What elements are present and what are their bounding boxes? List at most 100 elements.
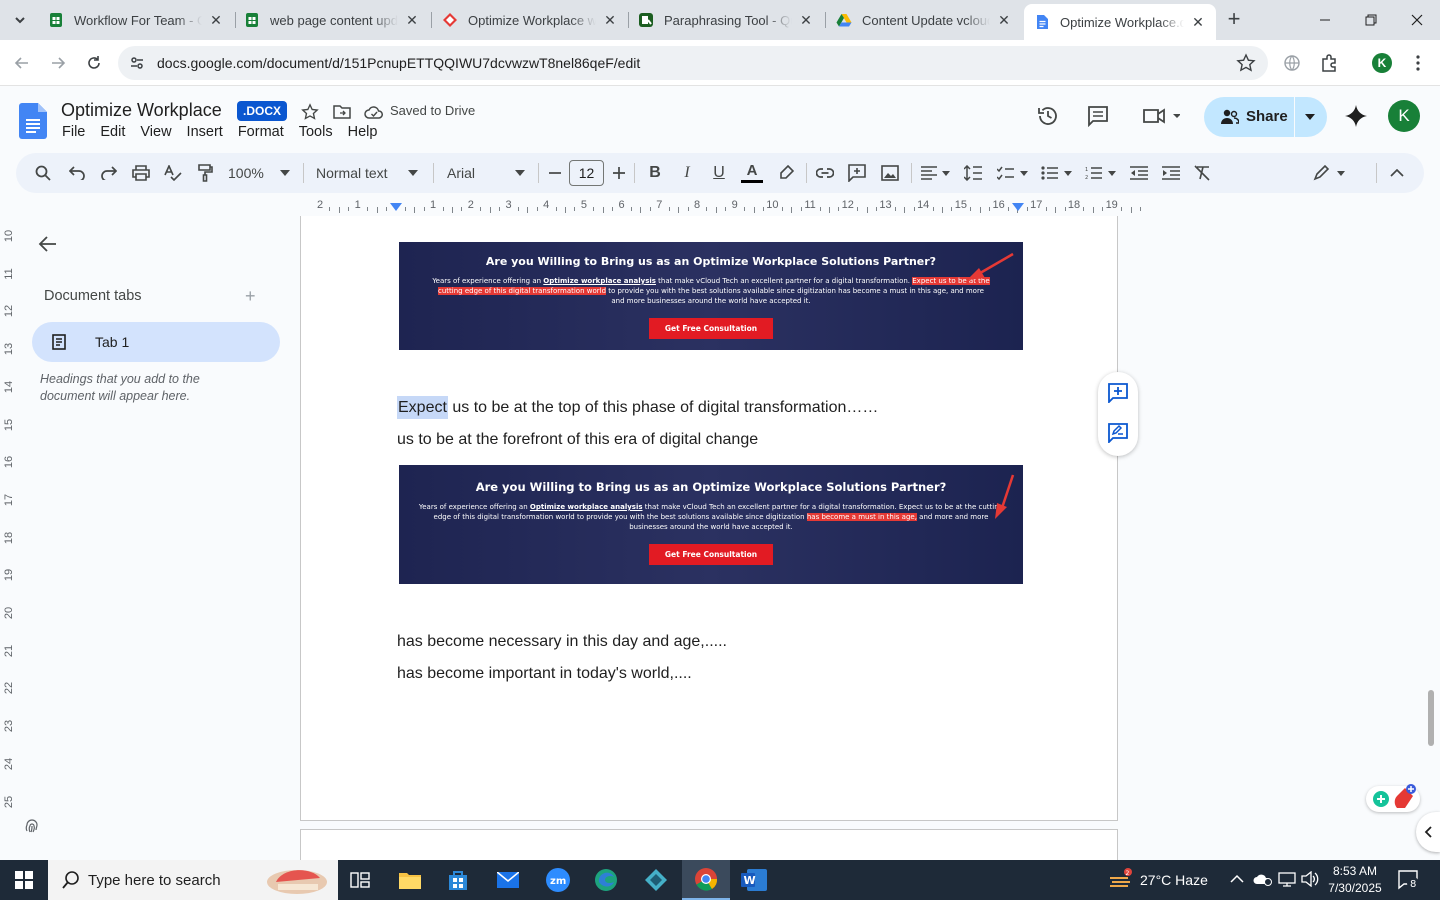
- menu-insert[interactable]: Insert: [187, 124, 223, 140]
- file-explorer-icon[interactable]: [386, 860, 434, 900]
- new-tab-button[interactable]: +: [1222, 8, 1246, 32]
- decrease-font-size-icon[interactable]: [546, 161, 564, 185]
- tab-item-tab-1[interactable]: Tab 1: [32, 322, 280, 362]
- banner-image-1[interactable]: Are you Willing to Bring us as an Optimi…: [399, 242, 1023, 350]
- search-menus-icon[interactable]: [32, 161, 54, 185]
- vertical-ruler[interactable]: 10 11 12 13 14 15 16 17 18 19 20 21 22 23 24 25: [0, 216, 16, 816]
- text-color-icon[interactable]: A: [739, 161, 765, 185]
- spellcheck-icon[interactable]: [162, 161, 184, 185]
- tab-search-icon[interactable]: [6, 6, 34, 34]
- translate-icon[interactable]: [1278, 49, 1306, 77]
- browser-tab[interactable]: Optimize Workplace wit ✕: [432, 4, 628, 36]
- paragraph-line-4[interactable]: has become important in today's world,..…: [397, 665, 692, 683]
- edge-icon[interactable]: [582, 860, 630, 900]
- checklist-select[interactable]: [996, 161, 1030, 185]
- docs-logo-icon[interactable]: [19, 103, 47, 139]
- redo-icon[interactable]: [98, 161, 120, 185]
- paragraph-line-1[interactable]: Expect us to be at the top of this phase…: [397, 396, 878, 419]
- add-tab-icon[interactable]: +: [245, 286, 256, 307]
- close-tab-icon[interactable]: ✕: [996, 12, 1012, 28]
- task-view-icon[interactable]: [336, 860, 384, 900]
- gemini-icon[interactable]: [1345, 105, 1367, 127]
- paint-format-icon[interactable]: [194, 161, 216, 185]
- print-icon[interactable]: [130, 161, 152, 185]
- paragraph-line-2[interactable]: us to be at the forefront of this era of…: [397, 431, 758, 449]
- italic-icon[interactable]: I: [676, 161, 698, 185]
- account-avatar[interactable]: K: [1388, 100, 1420, 132]
- meet-icon[interactable]: [1141, 105, 1181, 127]
- clear-formatting-icon[interactable]: [1192, 161, 1214, 185]
- forward-icon[interactable]: [44, 49, 72, 77]
- bookmark-star-icon[interactable]: [1236, 53, 1256, 73]
- underline-icon[interactable]: U: [708, 161, 730, 185]
- bulleted-list-select[interactable]: [1040, 161, 1074, 185]
- right-indent-marker[interactable]: [1012, 203, 1024, 213]
- onedrive-icon[interactable]: [1253, 871, 1273, 890]
- close-tab-icon[interactable]: ✕: [208, 12, 224, 28]
- chrome-menu-icon[interactable]: [1404, 49, 1432, 77]
- menu-edit[interactable]: Edit: [100, 124, 125, 140]
- menu-format[interactable]: Format: [238, 124, 284, 140]
- word-icon[interactable]: W: [730, 860, 778, 900]
- numbered-list-select[interactable]: 12: [1084, 161, 1118, 185]
- back-icon[interactable]: [8, 49, 36, 77]
- show-hidden-icons-icon[interactable]: [1230, 872, 1244, 887]
- move-folder-icon[interactable]: [331, 101, 353, 123]
- network-icon[interactable]: [1278, 871, 1296, 890]
- browser-tab-active[interactable]: Optimize Workplace.do ✕: [1024, 4, 1216, 40]
- browser-tab[interactable]: web page content upda ✕: [234, 4, 430, 36]
- close-window-button[interactable]: [1394, 0, 1440, 40]
- editing-mode-select[interactable]: [1312, 161, 1348, 185]
- paragraph-style-select[interactable]: Normal text: [316, 161, 418, 185]
- close-tab-icon[interactable]: ✕: [602, 12, 618, 28]
- star-icon[interactable]: [299, 101, 321, 123]
- minimize-button[interactable]: [1302, 0, 1348, 40]
- add-comment-icon[interactable]: [846, 161, 868, 185]
- fingerprint-icon[interactable]: [24, 818, 40, 839]
- menu-file[interactable]: File: [62, 124, 85, 140]
- close-tab-icon[interactable]: ✕: [404, 12, 420, 28]
- zoom-app-icon[interactable]: zm: [534, 860, 582, 900]
- menu-view[interactable]: View: [140, 124, 171, 140]
- insert-link-icon[interactable]: [814, 161, 836, 185]
- version-history-icon[interactable]: [1037, 105, 1059, 127]
- hide-menus-icon[interactable]: [1386, 161, 1408, 185]
- address-bar[interactable]: docs.google.com/document/d/151PcnupETTQQ…: [118, 46, 1268, 80]
- close-tab-icon[interactable]: ✕: [1190, 14, 1206, 30]
- profile-avatar[interactable]: K: [1372, 53, 1392, 73]
- menu-tools[interactable]: Tools: [299, 124, 333, 140]
- cloud-saved-icon[interactable]: [363, 101, 385, 123]
- share-dropdown-icon[interactable]: [1305, 114, 1315, 120]
- banner-image-2[interactable]: Are you Willing to Bring us as an Optimi…: [399, 465, 1023, 584]
- undo-icon[interactable]: [66, 161, 88, 185]
- notifications-icon[interactable]: 8: [1398, 870, 1420, 893]
- microsoft-store-icon[interactable]: [434, 860, 482, 900]
- browser-tab[interactable]: Paraphrasing Tool - Qui ✕: [628, 4, 824, 36]
- left-indent-marker[interactable]: [390, 203, 402, 213]
- comments-icon[interactable]: [1087, 105, 1109, 127]
- close-tab-icon[interactable]: ✕: [798, 12, 814, 28]
- highlight-color-icon[interactable]: [775, 161, 797, 185]
- zoom-select[interactable]: 100%: [228, 161, 290, 185]
- vertical-scrollbar-thumb[interactable]: [1428, 690, 1434, 746]
- weather-icon[interactable]: 2: [1108, 868, 1134, 897]
- font-size-input[interactable]: 12: [569, 160, 604, 186]
- line-spacing-icon[interactable]: [962, 161, 984, 185]
- increase-font-size-icon[interactable]: [610, 161, 628, 185]
- windows-start-icon[interactable]: [0, 860, 48, 900]
- taskbar-search-box[interactable]: Type here to search: [48, 860, 338, 900]
- insert-image-icon[interactable]: [879, 161, 901, 185]
- increase-indent-icon[interactable]: [1160, 161, 1182, 185]
- document-title[interactable]: Optimize Workplace: [61, 100, 222, 121]
- suggest-edits-icon[interactable]: [1108, 423, 1128, 443]
- side-panel-toggle[interactable]: [1416, 812, 1440, 852]
- menu-help[interactable]: Help: [348, 124, 378, 140]
- decrease-indent-icon[interactable]: [1128, 161, 1150, 185]
- bold-icon[interactable]: B: [644, 161, 666, 185]
- horizontal-ruler[interactable]: 2 1 1 2 3 4 5 6 7 8 9 10 11 12 13 14 15 16 17 18 19: [300, 196, 1141, 215]
- chrome-taskbar-icon[interactable]: [682, 860, 730, 900]
- reload-icon[interactable]: [80, 49, 108, 77]
- document-page[interactable]: Are you Willing to Bring us as an Optimi…: [300, 216, 1118, 821]
- align-select[interactable]: [919, 161, 953, 185]
- font-family-select[interactable]: Arial: [447, 161, 525, 185]
